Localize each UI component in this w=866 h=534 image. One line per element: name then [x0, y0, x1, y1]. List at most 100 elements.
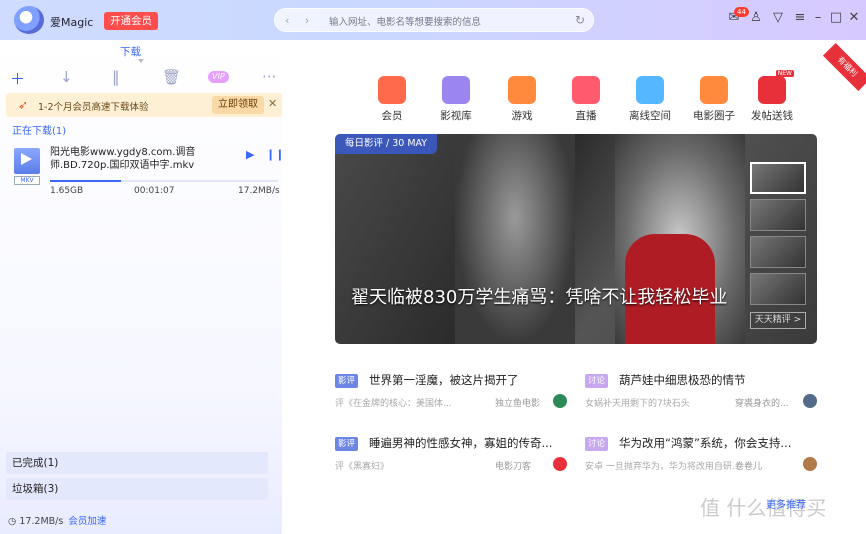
- post-summary: 评《在金牌的核心：美国体...: [335, 399, 452, 409]
- post-item[interactable]: 讨论 华为改用“鸿蒙”系统，你会支持... 安卓 一旦抛弃华为，华为将改用自研...…: [585, 435, 817, 485]
- file-size: 1.65GB: [50, 186, 84, 196]
- more-icon[interactable]: ···: [262, 68, 276, 86]
- accelerate-link[interactable]: 会员加速: [68, 516, 106, 527]
- category-icon: [636, 76, 664, 104]
- file-name: 阳光电影www.ygdy8.com.调音师.BD.720p.国印双语中字.mkv: [50, 147, 196, 171]
- vip-icon[interactable]: VIP: [208, 71, 229, 83]
- hero-thumb[interactable]: [750, 199, 806, 231]
- avatar[interactable]: [553, 394, 567, 408]
- menu-icon[interactable]: ≡: [790, 10, 810, 25]
- download-speed: 17.2MB/s: [238, 186, 280, 196]
- title-bar: 爱Magic 开通会员 ‹ › 输入网址、电影名等想要搜索的信息 ↻ ✉ 44 ♙…: [0, 0, 866, 40]
- shirt-icon[interactable]: ♙: [746, 10, 766, 25]
- download-panel: 下载 ＋ ↓ ‖ 🗑 VIP ··· ➶ 1-2个月会员高速下载体验 立即领取 …: [0, 40, 284, 534]
- address-bar[interactable]: ‹ › 输入网址、电影名等想要搜索的信息 ↻: [274, 8, 594, 32]
- download-arrow-icon[interactable]: ↓: [60, 68, 73, 86]
- footer: ◷ 17.2MB/s 会员加速: [8, 513, 106, 527]
- category-label: 离线空间: [629, 110, 671, 122]
- hero-tag: 每日影评 / 30 MAY: [335, 134, 438, 154]
- category-5[interactable]: 电影圈子: [690, 76, 738, 123]
- post-title[interactable]: 世界第一淫魔，被这片揭开了: [369, 372, 519, 388]
- hero-title[interactable]: 翟天临被830万学生痛骂：凭啥不让我轻松毕业: [351, 286, 731, 310]
- hero-thumb[interactable]: [750, 162, 806, 194]
- post-item[interactable]: 讨论 葫芦娃中细思极恐的情节女娲补天用剩下的7块石头 穿裘身衣的...: [585, 372, 817, 422]
- pause-all-icon[interactable]: ‖: [112, 68, 120, 86]
- category-icon: [442, 76, 470, 104]
- video-file-icon: MKV: [14, 148, 40, 185]
- promo-banner: ➶ 1-2个月会员高速下载体验 立即领取 ✕: [6, 93, 282, 117]
- post-author[interactable]: 卷卷儿: [735, 459, 762, 472]
- maximize-icon[interactable]: □: [826, 10, 846, 25]
- post-summary: 安卓 一旦抛弃华为，华为将改用自研...: [585, 462, 741, 472]
- tab-indicator: [138, 59, 144, 63]
- post-summary: 女娲补天用剩下的7块石头: [585, 399, 690, 409]
- more-recommend-link[interactable]: 更多推荐: [766, 496, 806, 511]
- watermark: 值 什么值得买: [700, 496, 827, 520]
- category-icon: [508, 76, 536, 104]
- post-summary: 评《黑寡妇》: [335, 462, 390, 472]
- refresh-icon[interactable]: ↻: [575, 13, 585, 27]
- category-icon: NEW: [758, 70, 794, 104]
- play-icon[interactable]: ▶: [246, 148, 254, 161]
- post-item[interactable]: 影评 世界第一淫魔，被这片揭开了评《在金牌的核心：美国体... 独立鱼电影: [335, 372, 567, 422]
- category-0[interactable]: 会员: [368, 76, 416, 123]
- trash-folder[interactable]: 垃圾箱(3): [6, 478, 268, 500]
- hero-banner[interactable]: 每日影评 / 30 MAY 翟天临被830万学生痛骂：凭啥不让我轻松毕业 天天精…: [335, 134, 817, 344]
- category-1[interactable]: 影视库: [432, 76, 480, 123]
- hero-thumb[interactable]: [750, 273, 806, 305]
- speed-icon: ◷: [8, 516, 20, 527]
- promo-text: 1-2个月会员高速下载体验: [38, 102, 149, 113]
- new-badge: NEW: [775, 70, 794, 77]
- search-input[interactable]: 输入网址、电影名等想要搜索的信息: [329, 14, 481, 28]
- category-label: 游戏: [511, 110, 533, 122]
- daily-review-link[interactable]: 天天精评 >: [750, 312, 806, 329]
- post-tag: 影评: [335, 374, 359, 388]
- progress-bar: [50, 180, 278, 182]
- tab-download[interactable]: 下载: [120, 44, 141, 59]
- file-ext-label: MKV: [14, 176, 40, 185]
- progress-fill: [50, 180, 121, 182]
- post-item[interactable]: 影评 睡遍男神的性感女神，寡姐的传奇... 评《黑寡妇》 电影刀客: [335, 435, 567, 485]
- rocket-icon: ➶: [18, 98, 29, 112]
- delete-icon[interactable]: 🗑: [162, 68, 181, 86]
- category-icon: [572, 76, 600, 104]
- post-title[interactable]: 华为改用“鸿蒙”系统，你会支持...: [619, 435, 791, 451]
- post-author[interactable]: 穿裘身衣的...: [735, 396, 789, 409]
- post-title[interactable]: 睡遍男神的性感女神，寡姐的传奇...: [369, 435, 552, 451]
- mail-icon[interactable]: ✉ 44: [724, 7, 749, 25]
- category-4[interactable]: 离线空间: [626, 76, 674, 123]
- close-icon[interactable]: ✕: [844, 10, 864, 25]
- post-author[interactable]: 独立鱼电影: [495, 396, 540, 409]
- download-item[interactable]: MKV 阳光电影www.ygdy8.com.调音师.BD.720p.国印双语中字…: [6, 138, 284, 198]
- avatar[interactable]: [803, 394, 817, 408]
- downloading-header[interactable]: 正在下载(1): [12, 122, 66, 137]
- post-tag: 讨论: [585, 374, 609, 388]
- open-vip-button[interactable]: 开通会员: [104, 12, 158, 30]
- category-label: 直播: [575, 110, 597, 122]
- category-6[interactable]: NEW 发帖送钱: [748, 70, 796, 123]
- claim-button[interactable]: 立即领取: [212, 96, 264, 114]
- avatar[interactable]: [553, 457, 567, 471]
- post-title[interactable]: 葫芦娃中细思极恐的情节: [619, 372, 746, 388]
- minimize-icon[interactable]: –: [808, 10, 828, 25]
- category-3[interactable]: 直播: [562, 76, 610, 123]
- category-label: 影视库: [440, 110, 472, 122]
- add-icon[interactable]: ＋: [10, 68, 25, 89]
- completed-folder[interactable]: 已完成(1): [6, 452, 268, 474]
- download-icon[interactable]: ▽: [768, 10, 788, 25]
- category-icon: [700, 76, 728, 104]
- elapsed-time: 00:01:07: [134, 186, 175, 196]
- category-label: 发帖送钱: [751, 110, 793, 122]
- back-forward-icon[interactable]: ‹ ›: [285, 14, 315, 27]
- footer-speed: 17.2MB/s: [19, 516, 64, 527]
- app-name: 爱Magic: [50, 16, 94, 29]
- category-label: 会员: [381, 110, 403, 122]
- category-2[interactable]: 游戏: [498, 76, 546, 123]
- hero-thumb[interactable]: [750, 236, 806, 268]
- avatar[interactable]: [803, 457, 817, 471]
- promo-close-icon[interactable]: ✕: [268, 97, 277, 110]
- category-label: 电影圈子: [693, 110, 735, 122]
- post-tag: 讨论: [585, 437, 609, 451]
- app-logo: [14, 6, 44, 34]
- post-author[interactable]: 电影刀客: [495, 459, 531, 472]
